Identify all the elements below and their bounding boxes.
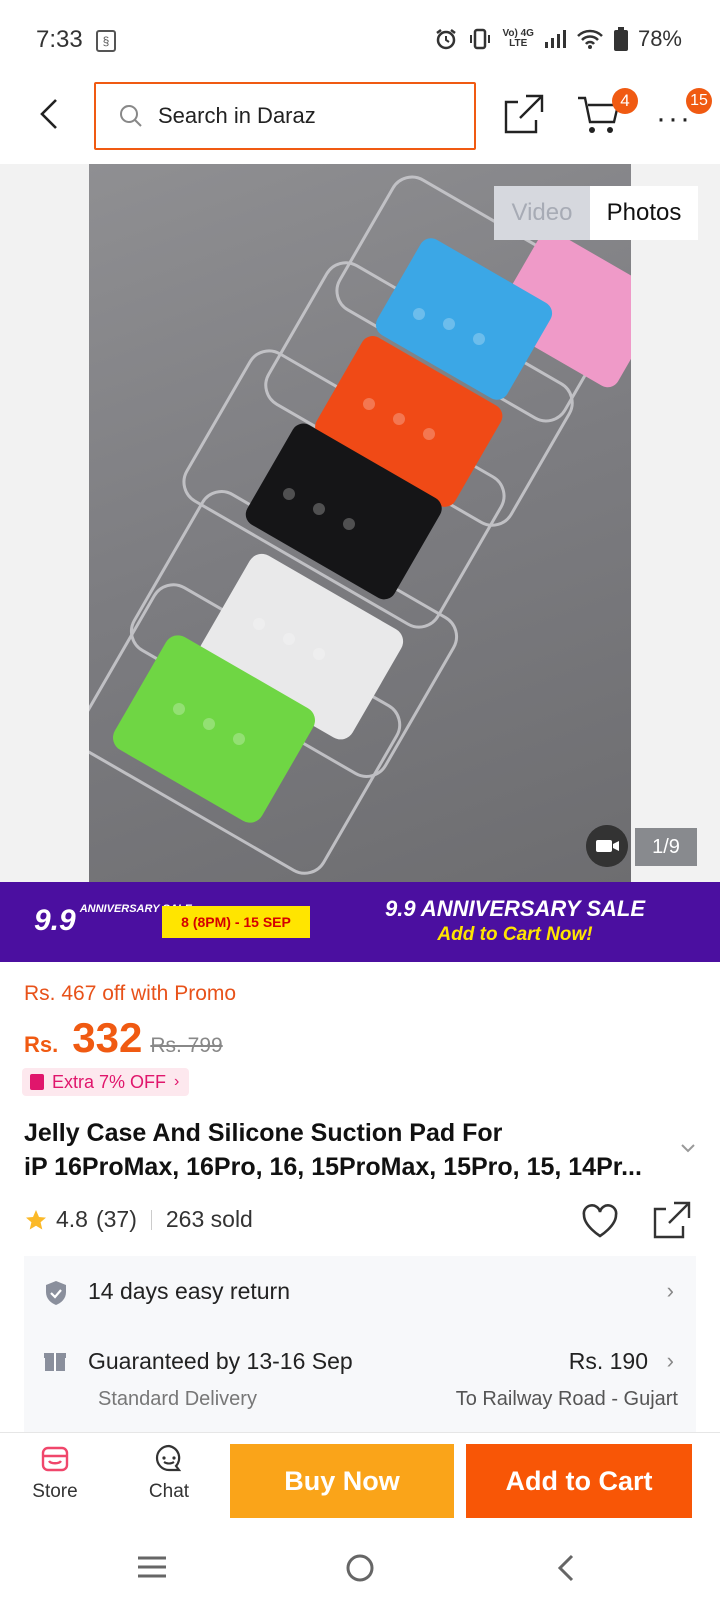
return-text: 14 days easy return: [88, 1278, 291, 1304]
battery-icon: [613, 27, 628, 51]
delivery-location: To Railway Road - Gujart: [455, 1388, 678, 1410]
delivery-price: Rs. 190: [568, 1348, 648, 1374]
rating-value: 4.8: [56, 1206, 88, 1232]
sale-dates: 8 (8PM) - 15 SEP: [162, 906, 310, 938]
tab-video[interactable]: Video: [494, 186, 590, 240]
extra-off-badge[interactable]: Extra 7% OFF ›: [22, 1068, 190, 1096]
system-navigation-bar: [0, 1528, 720, 1608]
price-row: Rs. 332 Rs. 799: [24, 1014, 223, 1062]
sale-title: 9.9 ANNIVERSARY SALE: [384, 896, 645, 921]
return-policy-row[interactable]: 14 days easy return ›: [24, 1256, 696, 1330]
image-pager: 1/9: [635, 828, 697, 866]
share-icon[interactable]: [502, 92, 546, 136]
back-icon[interactable]: [552, 1552, 582, 1584]
signal-icon: [544, 30, 566, 48]
tab-photos[interactable]: Photos: [590, 186, 698, 240]
service-info: 14 days easy return › Guaranteed by 13-1…: [24, 1256, 696, 1436]
product-photo-illustration: [89, 175, 631, 875]
home-icon[interactable]: [344, 1552, 376, 1584]
cart-badge: 4: [612, 88, 638, 114]
status-bar: 7:33 § Vo) 4G LTE 78%: [0, 0, 720, 80]
network-type: Vo) 4G LTE: [502, 28, 534, 49]
alarm-icon: [436, 29, 457, 50]
search-placeholder: Search in Daraz: [158, 103, 316, 128]
more-badge: 15: [686, 88, 712, 114]
sale-banner[interactable]: 9.9 ANNIVERSARY SALE 8 (8PM) - 15 SEP 9.9…: [0, 882, 720, 962]
shield-check-icon: [46, 1281, 66, 1305]
product-image[interactable]: [89, 164, 631, 882]
original-price: Rs. 799: [150, 1034, 223, 1057]
promo-text: Rs. 467 off with Promo: [24, 982, 237, 1005]
chevron-right-icon: ›: [174, 1073, 180, 1090]
voucher-icon: [30, 1074, 44, 1090]
notification-icon: §: [96, 30, 116, 52]
sold-count: 263 sold: [165, 1206, 253, 1232]
extra-off-label: Extra 7% OFF: [52, 1071, 167, 1092]
add-to-cart-button[interactable]: Add to Cart: [466, 1444, 692, 1518]
product-media: Video Photos 1/9: [0, 164, 720, 882]
vibrate-icon: [470, 28, 491, 50]
price-currency: Rs.: [24, 1032, 59, 1057]
search-icon: [120, 105, 142, 127]
buy-now-button[interactable]: Buy Now: [230, 1444, 454, 1518]
store-icon: [41, 1446, 69, 1472]
chat-button[interactable]: Chat: [124, 1443, 214, 1503]
chevron-down-icon[interactable]: [678, 1138, 698, 1158]
chat-label: Chat: [148, 1481, 190, 1502]
video-camera-icon[interactable]: [586, 825, 628, 867]
divider: [150, 1209, 152, 1230]
delivery-text: Guaranteed by 13-16 Sep: [88, 1348, 353, 1374]
media-tab-toggle: Video Photos: [494, 186, 698, 240]
product-title[interactable]: Jelly Case And Silicone Suction Pad For …: [24, 1116, 664, 1184]
status-icons: Vo) 4G LTE 78%: [434, 26, 682, 52]
review-count: (37): [95, 1206, 137, 1232]
top-nav: Search in Daraz 4 ··· 15: [0, 80, 720, 164]
delivery-box-icon: [44, 1353, 66, 1371]
bottom-action-bar: Store Chat Buy Now Add to Cart: [0, 1432, 720, 1528]
wifi-icon: [577, 29, 603, 49]
store-label: Store: [32, 1481, 78, 1502]
back-arrow-icon[interactable]: [30, 94, 70, 134]
rating-row[interactable]: 4.8 (37) 263 sold: [24, 1206, 253, 1233]
share-icon[interactable]: [652, 1200, 692, 1240]
heart-icon[interactable]: [580, 1202, 620, 1240]
chat-icon: [155, 1444, 182, 1472]
status-time: 7:33: [36, 26, 83, 53]
store-button[interactable]: Store: [10, 1443, 100, 1503]
price-value: 332: [72, 1014, 143, 1061]
chevron-right-icon: ›: [666, 1278, 674, 1303]
recent-apps-icon[interactable]: [136, 1552, 168, 1582]
chevron-right-icon: ›: [666, 1348, 674, 1373]
star-icon: [26, 1209, 46, 1229]
battery-level: 78%: [637, 26, 682, 51]
sale-subtitle: Add to Cart Now!: [437, 924, 593, 945]
delivery-type: Standard Delivery: [98, 1388, 257, 1410]
search-input[interactable]: Search in Daraz: [94, 82, 476, 150]
